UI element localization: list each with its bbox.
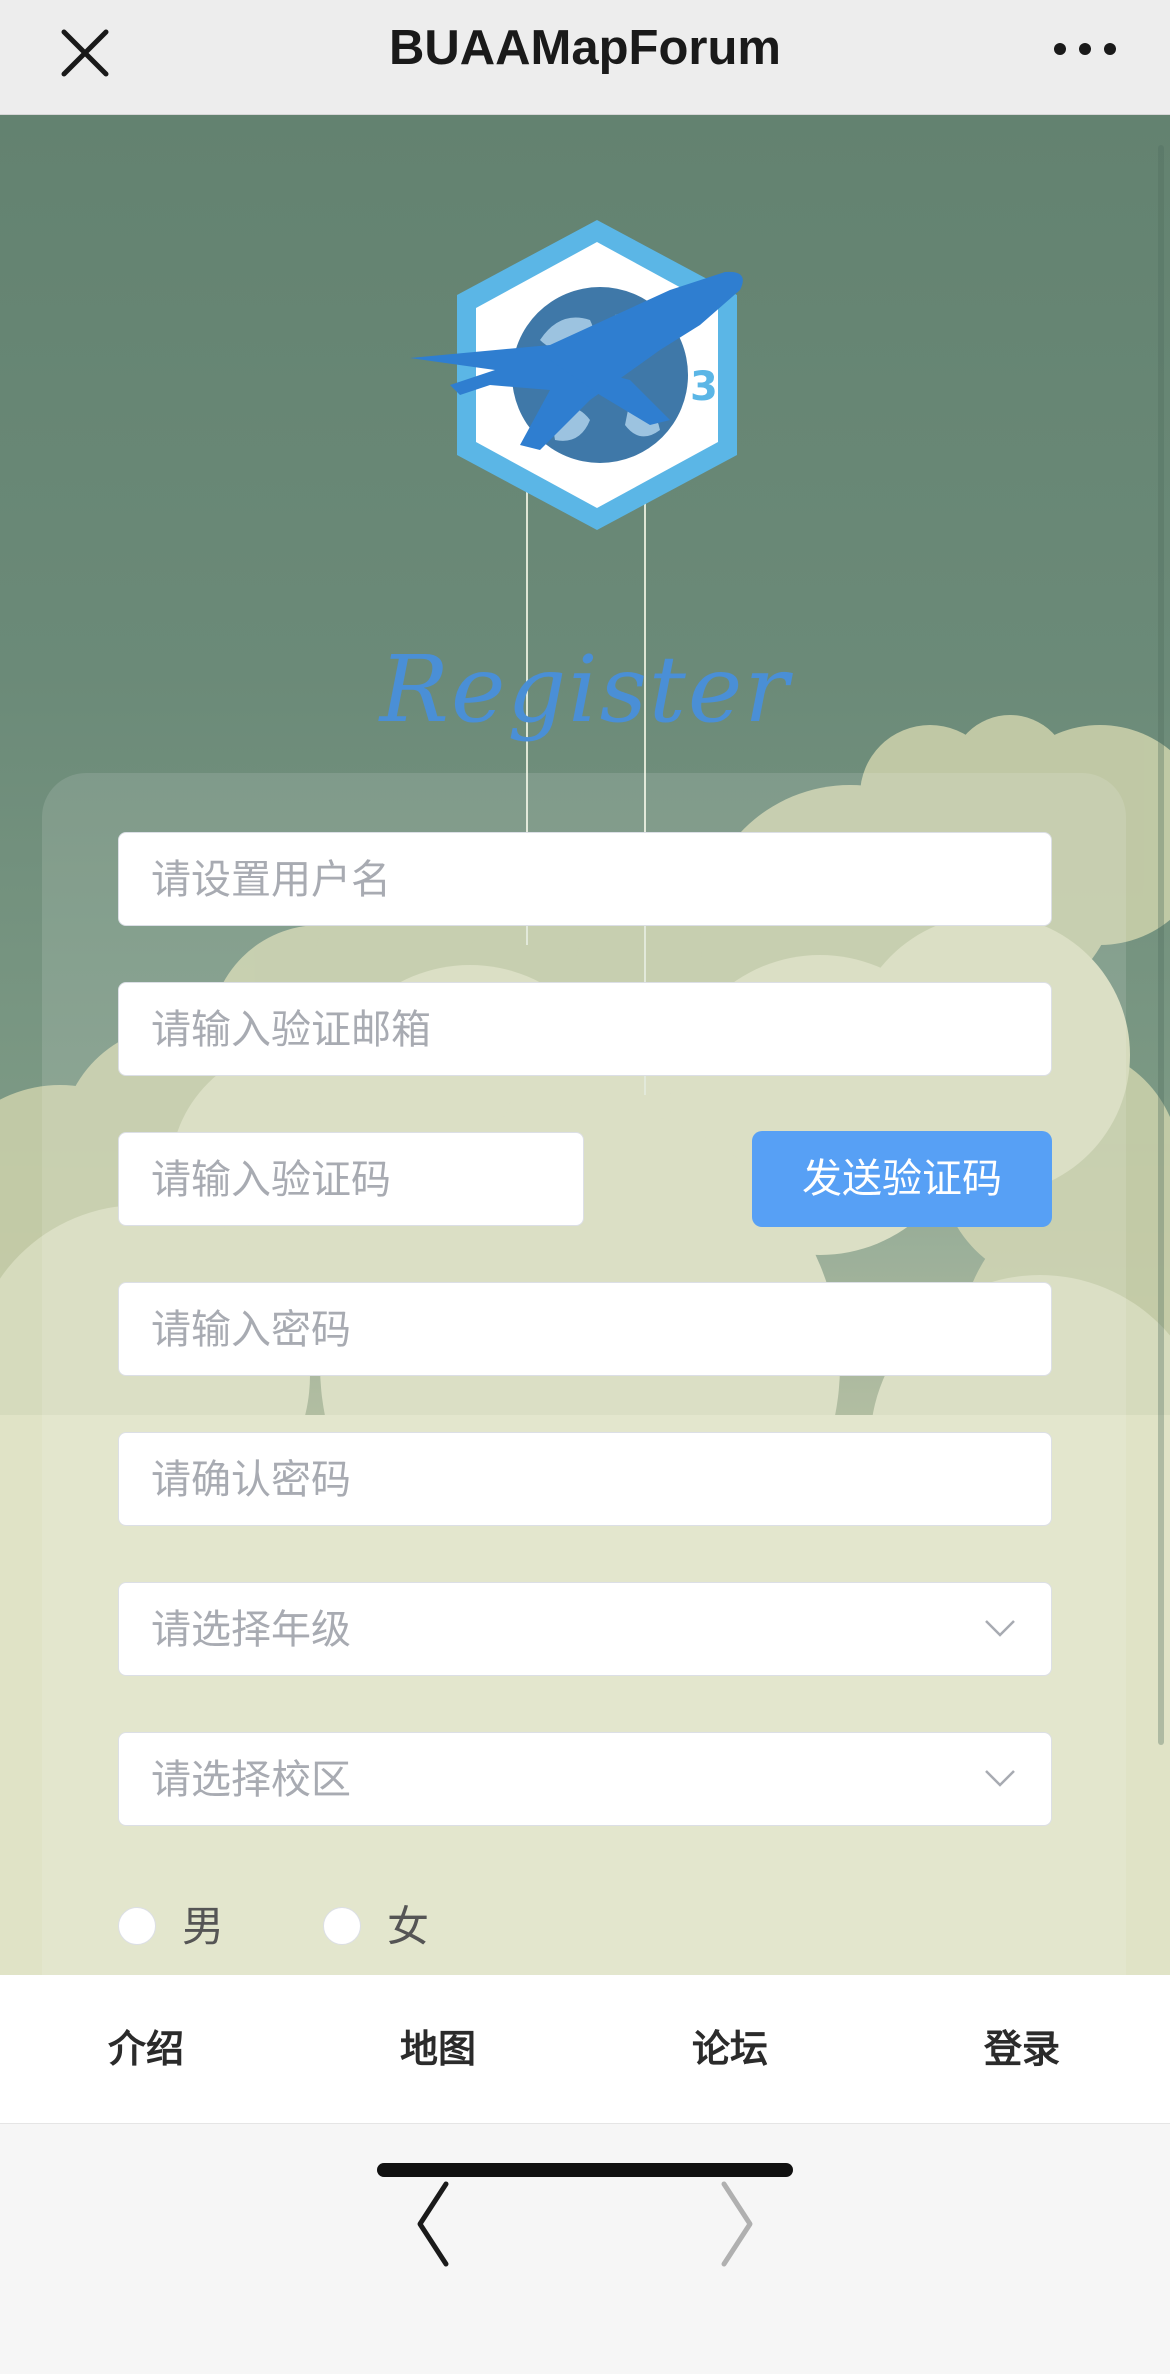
campus-placeholder: 请选择校区: [151, 1757, 351, 1803]
chevron-right-icon: [692, 2164, 782, 2284]
grade-placeholder: 请选择年级: [151, 1607, 351, 1653]
radio-circle: [323, 1907, 361, 1945]
plane-globe-hexagon-logo: 3: [400, 210, 800, 570]
verification-code-input[interactable]: 请输入验证码: [118, 1132, 584, 1226]
scrollbar[interactable]: [1158, 145, 1164, 1745]
gender-female-label: 女: [387, 1902, 430, 1951]
bottom-nav: 介绍 地图 论坛 登录: [0, 1975, 1170, 2124]
username-placeholder: 请设置用户名: [151, 857, 391, 903]
page-title: BUAAMapForum: [389, 21, 781, 75]
verification-code-placeholder: 请输入验证码: [151, 1157, 391, 1203]
chevron-left-icon[interactable]: [388, 2164, 478, 2284]
register-title: Register: [379, 636, 791, 743]
radio-circle: [118, 1907, 156, 1945]
campus-select[interactable]: 请选择校区: [118, 1732, 1052, 1826]
register-page: 3 Register 请设置用户名 请输入验证邮箱 请输入验证码 发送验证码 请…: [0, 115, 1170, 1975]
browser-toolbar: [0, 2124, 1170, 2374]
gender-female-radio[interactable]: 女: [323, 1903, 443, 1953]
grade-select[interactable]: 请选择年级: [118, 1582, 1052, 1676]
confirm-password-input[interactable]: 请确认密码: [118, 1432, 1052, 1526]
email-placeholder: 请输入验证邮箱: [151, 1007, 431, 1053]
title-bar: BUAAMapForum: [0, 0, 1170, 115]
nav-item-map[interactable]: 地图: [338, 1975, 538, 2123]
home-indicator[interactable]: [377, 2163, 793, 2177]
svg-text:3: 3: [690, 364, 718, 410]
gender-male-radio[interactable]: 男: [118, 1903, 238, 1953]
password-placeholder: 请输入密码: [151, 1307, 351, 1353]
chevron-down-icon: [983, 1617, 1017, 1639]
send-code-button[interactable]: 发送验证码: [752, 1131, 1052, 1227]
chevron-down-icon: [983, 1767, 1017, 1789]
email-input[interactable]: 请输入验证邮箱: [118, 982, 1052, 1076]
nav-item-intro[interactable]: 介绍: [46, 1975, 246, 2123]
confirm-password-placeholder: 请确认密码: [151, 1457, 351, 1503]
more-dots-icon[interactable]: [1040, 22, 1130, 82]
nav-item-forum[interactable]: 论坛: [630, 1975, 830, 2123]
gender-male-label: 男: [182, 1902, 225, 1951]
nav-item-login[interactable]: 登录: [922, 1975, 1122, 2123]
password-input[interactable]: 请输入密码: [118, 1282, 1052, 1376]
username-input[interactable]: 请设置用户名: [118, 832, 1052, 926]
